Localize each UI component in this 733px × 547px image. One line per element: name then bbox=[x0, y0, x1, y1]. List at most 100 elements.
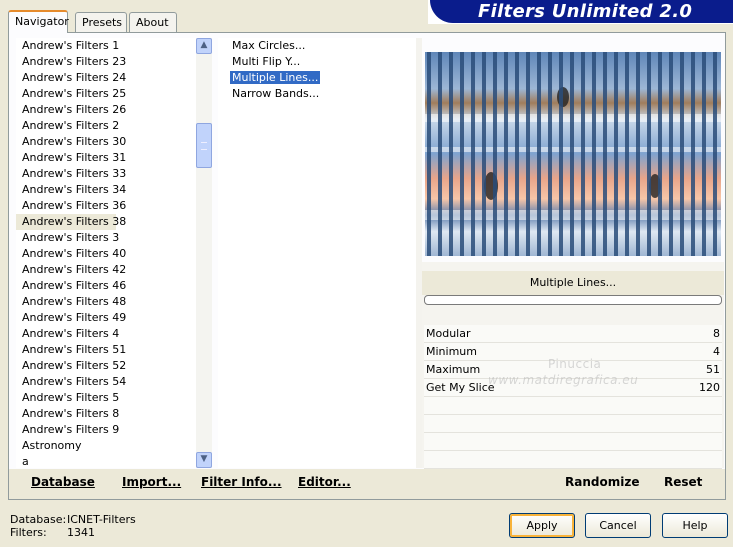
parameter-label: Maximum bbox=[426, 363, 481, 376]
stripe-line bbox=[504, 52, 508, 256]
filter-item-label: Multi Flip Y... bbox=[232, 55, 301, 68]
category-item[interactable]: Andrew's Filters 31 bbox=[16, 150, 196, 166]
filters-count-label: Filters: bbox=[10, 526, 47, 539]
category-item[interactable]: Andrew's Filters 26 bbox=[16, 102, 196, 118]
category-item[interactable]: Andrew's Filters 23 bbox=[16, 54, 196, 70]
stripe-line bbox=[625, 52, 629, 256]
stripe-line bbox=[669, 52, 673, 256]
category-item[interactable]: Andrew's Filters 42 bbox=[16, 262, 196, 278]
help-button[interactable]: Help bbox=[662, 513, 728, 538]
stripe-line bbox=[636, 52, 640, 256]
category-item[interactable]: Andrew's Filters 36 bbox=[16, 198, 196, 214]
category-item[interactable]: Andrew's Filters 54 bbox=[16, 374, 196, 390]
editor-button[interactable]: Editor... bbox=[298, 475, 351, 489]
filter-item[interactable]: Multiple Lines... bbox=[218, 70, 416, 86]
stripe-line bbox=[713, 52, 717, 256]
scrollbar-thumb[interactable] bbox=[196, 123, 212, 168]
filter-item[interactable]: Multi Flip Y... bbox=[218, 54, 416, 70]
reset-button[interactable]: Reset bbox=[664, 475, 702, 489]
status-info: Database:ICNET-Filters Filters: 1341 bbox=[10, 513, 136, 539]
scroll-up-icon[interactable]: ▲ bbox=[196, 38, 212, 54]
stripe-line bbox=[548, 52, 552, 256]
preview-image bbox=[425, 52, 721, 256]
action-bar: Database Import... Filter Info... Editor… bbox=[9, 469, 725, 499]
parameter-label: Get My Slice bbox=[426, 381, 495, 394]
stripe-line bbox=[581, 52, 585, 256]
category-item[interactable]: Andrew's Filters 24 bbox=[16, 70, 196, 86]
stripe-line bbox=[460, 52, 464, 256]
category-item[interactable]: Astronomy bbox=[16, 438, 196, 454]
apply-button[interactable]: Apply bbox=[509, 513, 575, 538]
stripe-line bbox=[449, 52, 453, 256]
category-item[interactable]: Andrew's Filters 49 bbox=[16, 310, 196, 326]
category-scrollbar[interactable]: ▲ ▼ bbox=[196, 38, 212, 468]
import-button[interactable]: Import... bbox=[122, 475, 181, 489]
banner-title: Filters Unlimited 2.0 bbox=[478, 1, 693, 22]
preview-graphic bbox=[425, 52, 721, 256]
category-item[interactable]: Andrew's Filters 48 bbox=[16, 294, 196, 310]
category-item[interactable]: Andrew's Filters 52 bbox=[16, 358, 196, 374]
tab-about[interactable]: About bbox=[129, 12, 177, 32]
filters-count-value: 1341 bbox=[67, 526, 95, 539]
filter-item-label: Narrow Bands... bbox=[232, 87, 320, 100]
filter-item-label: Max Circles... bbox=[232, 39, 306, 52]
category-item[interactable]: Andrew's Filters 3 bbox=[16, 230, 196, 246]
stripe-line bbox=[482, 52, 486, 256]
stripe-line bbox=[702, 52, 706, 256]
filter-item[interactable]: Max Circles... bbox=[218, 38, 416, 54]
scroll-down-icon[interactable]: ▼ bbox=[196, 452, 212, 468]
category-item[interactable]: Andrew's Filters 2 bbox=[16, 118, 196, 134]
parameter-row-maximum[interactable]: Maximum 51 bbox=[424, 361, 722, 379]
parameter-table: Modular 8 Minimum 4 Maximum 51 Get My Slice… bbox=[424, 325, 722, 469]
parameter-row-empty bbox=[424, 451, 722, 469]
category-item[interactable]: Andrew's Filters 4 bbox=[16, 326, 196, 342]
category-item[interactable]: Andrew's Filters 38 bbox=[16, 214, 126, 230]
category-item[interactable]: Andrew's Filters 5 bbox=[16, 390, 196, 406]
stripe-line bbox=[471, 52, 475, 256]
stripe-line bbox=[603, 52, 607, 256]
stripe-line bbox=[438, 52, 442, 256]
parameter-label: Minimum bbox=[426, 345, 477, 358]
parameter-row-modular[interactable]: Modular 8 bbox=[424, 325, 722, 343]
stripe-line bbox=[614, 52, 618, 256]
category-item[interactable]: Andrew's Filters 30 bbox=[16, 134, 196, 150]
parameter-row-minimum[interactable]: Minimum 4 bbox=[424, 343, 722, 361]
category-list[interactable]: Andrew's Filters 1 Andrew's Filters 23 And… bbox=[16, 38, 196, 468]
stripe-line bbox=[559, 52, 563, 256]
category-item[interactable]: Andrew's Filters 40 bbox=[16, 246, 196, 262]
stripe-line bbox=[526, 52, 530, 256]
stripe-line bbox=[570, 52, 574, 256]
cancel-button[interactable]: Cancel bbox=[585, 513, 651, 538]
stripe-line bbox=[537, 52, 541, 256]
parameter-value: 51 bbox=[706, 363, 720, 376]
category-item[interactable]: Andrew's Filters 46 bbox=[16, 278, 196, 294]
filter-info-button[interactable]: Filter Info... bbox=[201, 475, 282, 489]
stripe-line bbox=[427, 52, 431, 256]
stripe-line bbox=[493, 52, 497, 256]
tab-navigator[interactable]: Navigator bbox=[8, 10, 69, 33]
selected-filter-name: Multiple Lines... bbox=[422, 271, 724, 295]
database-button[interactable]: Database bbox=[31, 475, 95, 489]
parameter-row-get-my-slice[interactable]: Get My Slice 120 bbox=[424, 379, 722, 397]
category-item[interactable]: a bbox=[16, 454, 196, 468]
filter-item[interactable]: Narrow Bands... bbox=[218, 86, 416, 102]
category-item[interactable]: Andrew's Filters 34 bbox=[16, 182, 196, 198]
parameter-row-empty bbox=[424, 397, 722, 415]
category-item[interactable]: Andrew's Filters 1 bbox=[16, 38, 196, 54]
randomize-button[interactable]: Randomize bbox=[565, 475, 639, 489]
parameter-row-empty bbox=[424, 415, 722, 433]
database-label: Database: bbox=[10, 513, 67, 526]
category-item[interactable]: Andrew's Filters 33 bbox=[16, 166, 196, 182]
category-item[interactable]: Andrew's Filters 8 bbox=[16, 406, 196, 422]
stripe-line bbox=[680, 52, 684, 256]
filter-list[interactable]: Max Circles... Multi Flip Y... Multiple Li… bbox=[218, 38, 416, 468]
category-item[interactable]: Andrew's Filters 25 bbox=[16, 86, 196, 102]
category-item[interactable]: Andrew's Filters 9 bbox=[16, 422, 196, 438]
filters-unlimited-window: Navigator Presets About Filters Unlimite… bbox=[0, 0, 733, 547]
category-item[interactable]: Andrew's Filters 51 bbox=[16, 342, 196, 358]
database-value: ICNET-Filters bbox=[67, 513, 136, 526]
parameter-value: 120 bbox=[699, 381, 720, 394]
stripe-line bbox=[592, 52, 596, 256]
progress-bar bbox=[424, 295, 722, 305]
tab-presets[interactable]: Presets bbox=[75, 12, 127, 32]
